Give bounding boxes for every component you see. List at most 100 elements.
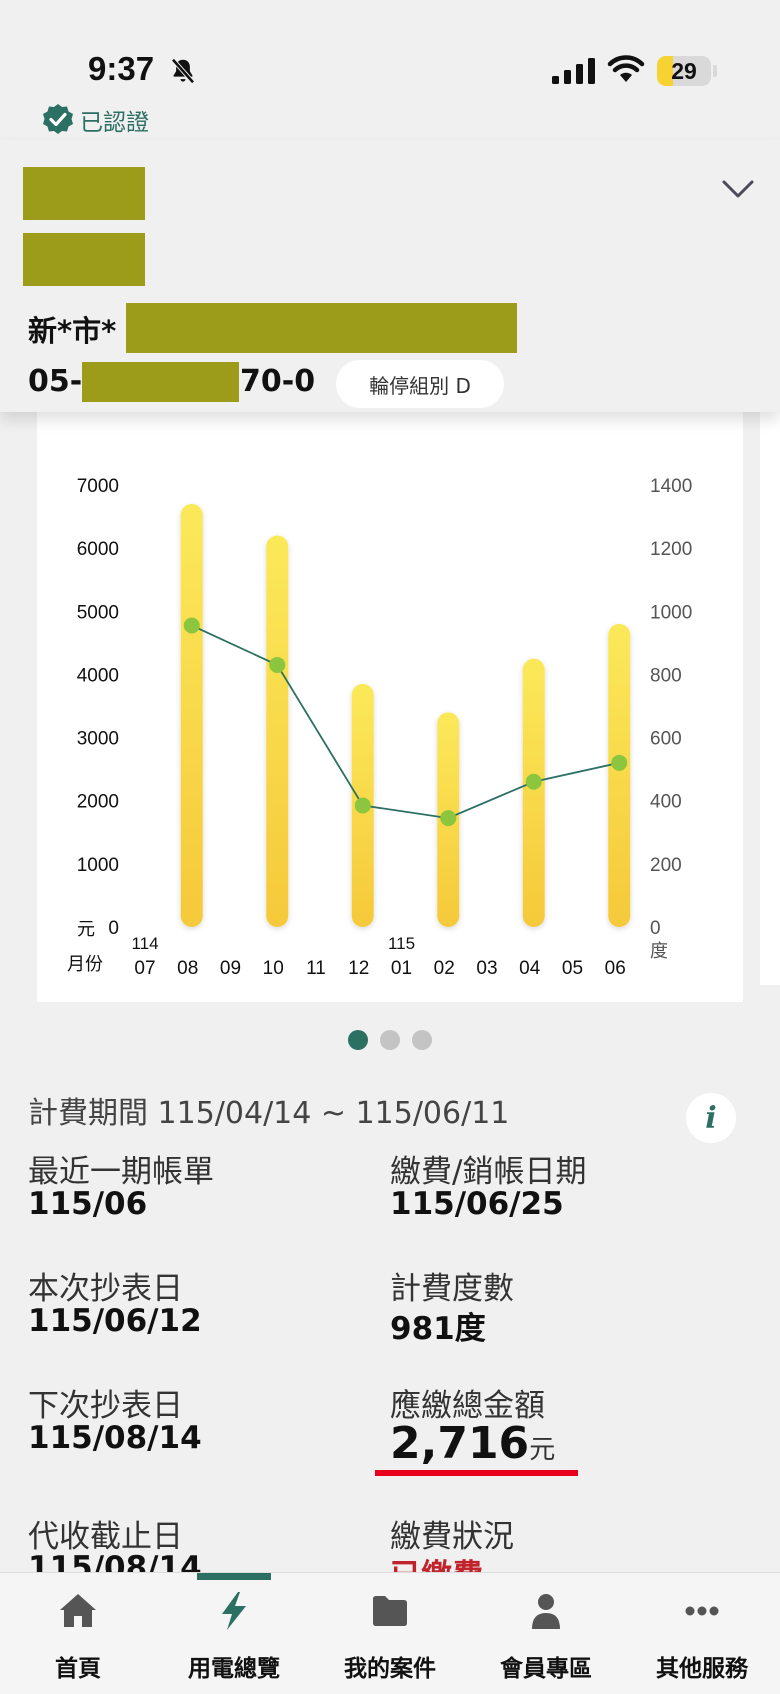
y-left-tick-label: 0 (108, 918, 119, 939)
y-right-tick-label: 1200 (650, 539, 692, 560)
x-year-label: 114 (131, 934, 158, 953)
cellular-signal-icon (552, 58, 595, 84)
x-tick-label: 10 (263, 958, 284, 979)
x-tick-label: 04 (519, 958, 541, 979)
home-icon (60, 1594, 96, 1627)
redacted-address (126, 303, 517, 353)
y-left-tick-label: 3000 (77, 729, 119, 750)
battery-indicator: 29 (657, 56, 711, 86)
amount-unit: 元 (529, 1435, 556, 1465)
payment-date-value: 115/06/25 (390, 1186, 564, 1222)
bell-muted-icon (171, 58, 195, 84)
total-amount: 2,716元 (390, 1418, 555, 1469)
clock: 9:37 (88, 50, 155, 87)
nav-other-services[interactable]: 其他服務 (624, 1589, 780, 1683)
payment-date-label: 繳費/銷帳日期 (390, 1154, 587, 1190)
service-address: 新*市* (28, 308, 116, 350)
collection-deadline-value: 115/08/14 (28, 1550, 202, 1574)
nav-member-area[interactable]: 會員專區 (468, 1589, 624, 1683)
y-right-tick-label: 0 (650, 918, 661, 939)
folder-icon (373, 1596, 407, 1626)
nav-other-services-label: 其他服務 (656, 1656, 748, 1682)
bottom-navigation: 首頁 用電總覽 我的案件 會員專區 其他服務 (0, 1572, 780, 1694)
y-right-tick-label: 1400 (650, 476, 692, 497)
account-panel[interactable]: 新*市* 05- 70-0 輪停組別 D (0, 140, 780, 412)
battery-tip (713, 65, 717, 77)
pager-dot[interactable] (380, 1030, 400, 1050)
next-read-date-value: 115/08/14 (28, 1420, 202, 1456)
latest-bill-label: 最近一期帳單 (28, 1154, 214, 1190)
verified-badge: 已認證 (40, 102, 149, 138)
kwh-point (525, 773, 542, 790)
account-number-suffix: 70-0 (240, 364, 316, 399)
kwh-point (269, 656, 286, 673)
nav-home[interactable]: 首頁 (0, 1589, 156, 1683)
carousel-pager[interactable] (0, 1030, 780, 1050)
nav-my-cases-label: 我的案件 (344, 1656, 436, 1682)
meter-read-date-value: 115/06/12 (28, 1303, 202, 1339)
y-left-tick-label: 2000 (77, 792, 119, 813)
y-right-tick-label: 200 (650, 855, 682, 876)
kwh-point (183, 617, 200, 634)
info-icon[interactable]: i (686, 1093, 736, 1143)
kwh-point (440, 810, 457, 827)
address-prefix: 新*市* (28, 314, 117, 348)
x-tick-label: 03 (476, 958, 497, 979)
y-left-tick-label: 7000 (77, 476, 119, 497)
x-tick-label: 01 (391, 958, 412, 979)
x-tick-label: 06 (605, 958, 626, 979)
y-right-tick-label: 400 (650, 792, 682, 813)
x-tick-label: 11 (306, 958, 326, 979)
y-right-tick-label: 800 (650, 665, 682, 686)
wifi-icon (607, 55, 645, 82)
billed-kwh-label: 計費度數 (390, 1271, 514, 1307)
amount-underline (375, 1470, 578, 1476)
chevron-down-icon[interactable] (720, 176, 756, 202)
account-number-prefix: 05- (28, 364, 83, 399)
clipped-row: 115/08/14 已繳費 (0, 1550, 780, 1574)
active-tab-indicator (197, 1573, 271, 1580)
nav-my-cases[interactable]: 我的案件 (312, 1589, 468, 1683)
redacted-account-holder (23, 233, 145, 286)
x-tick-label: 09 (220, 958, 241, 979)
next-card-peek[interactable] (760, 395, 780, 985)
x-tick-label: 07 (134, 958, 155, 979)
x-tick-label: 08 (177, 958, 198, 979)
billed-kwh-value: 981度 (390, 1311, 486, 1347)
nav-home-label: 首頁 (55, 1656, 101, 1682)
x-axis-label: 月份 (67, 954, 103, 975)
y-left-tick-label: 6000 (77, 539, 119, 560)
battery-percent: 29 (671, 58, 697, 84)
usage-bar (608, 623, 631, 927)
kwh-line (191, 624, 620, 820)
nav-usage-overview[interactable]: 用電總覽 (156, 1589, 312, 1683)
y-left-unit: 元 (77, 919, 95, 940)
next-read-date-label: 下次抄表日 (28, 1388, 183, 1424)
nav-member-area-label: 會員專區 (500, 1656, 592, 1682)
usage-bar (522, 658, 545, 927)
verified-check-icon (43, 104, 73, 134)
payment-status-value: 已繳費 (390, 1550, 483, 1574)
bolt-icon (222, 1592, 246, 1630)
usage-bar (266, 535, 289, 927)
redacted-account-number (82, 362, 239, 402)
pager-dot[interactable] (348, 1030, 368, 1050)
more-icon (685, 1606, 719, 1616)
x-tick-label: 02 (434, 958, 455, 979)
redacted-account-name (23, 167, 145, 220)
status-bar: 9:37 29 (0, 0, 780, 100)
billing-period: 計費期間 115/04/14 ~ 115/06/11 (28, 1096, 510, 1131)
verified-label: 已認證 (80, 110, 149, 136)
y-left-tick-label: 1000 (77, 855, 119, 876)
y-right-tick-label: 600 (650, 729, 682, 750)
x-tick-label: 12 (348, 958, 369, 979)
x-year-label: 115 (388, 934, 415, 953)
usage-bar (180, 503, 203, 927)
kwh-point (611, 754, 628, 771)
total-amount-value: 2,716 (390, 1418, 530, 1469)
user-icon (532, 1594, 560, 1629)
x-tick-label: 05 (562, 958, 583, 979)
usage-chart-card[interactable]: 0 1000 2000 3000 4000 5000 6000 7000 0 200 400 600 8… (37, 395, 743, 1002)
kwh-point (354, 797, 371, 814)
pager-dot[interactable] (412, 1030, 432, 1050)
